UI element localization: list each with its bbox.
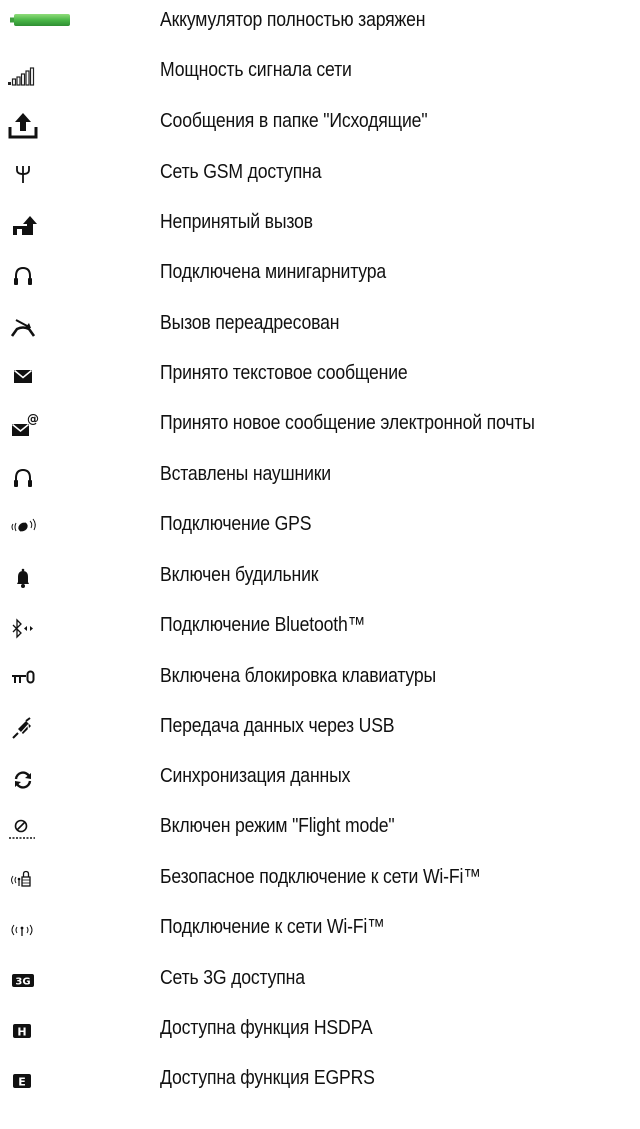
wifi-secure-icon — [0, 857, 120, 905]
list-item-label: Принято текстовое сообщение — [160, 361, 408, 384]
list-item: Включен режим "Flight mode" — [0, 806, 640, 854]
list-item: Аккумулятор полностью заряжен — [0, 0, 640, 48]
list-item: Принято текстовое сообщение — [0, 353, 640, 401]
egprs-glyph: E — [18, 1076, 26, 1089]
list-item-label: Безопасное подключение к сети Wi-Fi™ — [160, 865, 481, 888]
list-item-label: Подключение GPS — [160, 512, 312, 535]
headphones-icon — [0, 454, 120, 502]
list-item: @ Принято новое сообщение электронной по… — [0, 403, 640, 451]
list-item: Подключение к сети Wi-Fi™ — [0, 907, 640, 955]
list-item: Подключение Bluetooth™ — [0, 605, 640, 653]
list-item-label: Сеть 3G доступна — [160, 966, 305, 989]
usb-transfer-icon — [0, 706, 120, 754]
list-item-label: Аккумулятор полностью заряжен — [160, 8, 426, 31]
list-item-label: Подключение к сети Wi-Fi™ — [160, 915, 385, 938]
hsdpa-icon: H — [0, 1008, 120, 1056]
bluetooth-icon — [0, 605, 120, 653]
list-item-label: Синхронизация данных — [160, 764, 351, 787]
list-item: H Доступна функция HSDPA — [0, 1008, 640, 1056]
list-item: Сообщения в папке "Исходящие" — [0, 101, 640, 149]
keylock-icon — [0, 656, 120, 704]
egprs-icon: E — [0, 1058, 120, 1106]
list-item: Мощность сигнала сети — [0, 50, 640, 98]
3g-glyph: 3G — [15, 977, 30, 988]
hsdpa-glyph: H — [17, 1026, 26, 1039]
list-item: E Доступна функция EGPRS — [0, 1058, 640, 1106]
list-item: Непринятый вызов — [0, 202, 640, 250]
list-item: Включен будильник — [0, 555, 640, 603]
svg-text:@: @ — [27, 412, 39, 426]
alarm-bell-icon — [0, 555, 120, 603]
flight-mode-icon — [0, 806, 120, 854]
list-item: Синхронизация данных — [0, 756, 640, 804]
missed-call-icon — [0, 202, 120, 250]
list-item-label: Принято новое сообщение электронной почт… — [160, 411, 535, 434]
list-item-label: Подключена минигарнитура — [160, 260, 387, 283]
list-item: Подключена минигарнитура — [0, 252, 640, 300]
outbox-icon — [0, 101, 120, 149]
email-message-icon: @ — [0, 403, 120, 451]
list-item: Вставлены наушники — [0, 454, 640, 502]
list-item: Подключение GPS — [0, 504, 640, 552]
list-item-label: Передача данных через USB — [160, 714, 395, 737]
battery-full-icon — [0, 0, 120, 48]
signal-strength-icon — [0, 50, 120, 98]
gps-icon — [0, 504, 120, 552]
call-forward-icon — [0, 303, 120, 351]
list-item-label: Подключение Bluetooth™ — [160, 613, 366, 636]
list-item: Сеть GSM доступна — [0, 152, 640, 200]
3g-network-icon: 3G — [0, 958, 120, 1006]
list-item-label: Непринятый вызов — [160, 210, 313, 233]
list-item: Вызов переадресован — [0, 303, 640, 351]
list-item-label: Мощность сигнала сети — [160, 58, 352, 81]
list-item: Включена блокировка клавиатуры — [0, 656, 640, 704]
list-item: Передача данных через USB — [0, 706, 640, 754]
gsm-antenna-icon — [0, 152, 120, 200]
list-item-label: Сеть GSM доступна — [160, 160, 322, 183]
handsfree-icon — [0, 252, 120, 300]
sync-icon — [0, 756, 120, 804]
text-message-icon — [0, 353, 120, 401]
list-item: 3G Сеть 3G доступна — [0, 958, 640, 1006]
list-item-label: Вызов переадресован — [160, 311, 340, 334]
list-item-label: Вставлены наушники — [160, 462, 331, 485]
list-item-label: Доступна функция EGPRS — [160, 1066, 375, 1089]
list-item-label: Включена блокировка клавиатуры — [160, 664, 437, 687]
list-item: Безопасное подключение к сети Wi-Fi™ — [0, 857, 640, 905]
wifi-icon — [0, 907, 120, 955]
list-item-label: Доступна функция HSDPA — [160, 1016, 373, 1039]
list-item-label: Включен будильник — [160, 563, 319, 586]
list-item-label: Включен режим "Flight mode" — [160, 814, 395, 837]
list-item-label: Сообщения в папке "Исходящие" — [160, 109, 428, 132]
